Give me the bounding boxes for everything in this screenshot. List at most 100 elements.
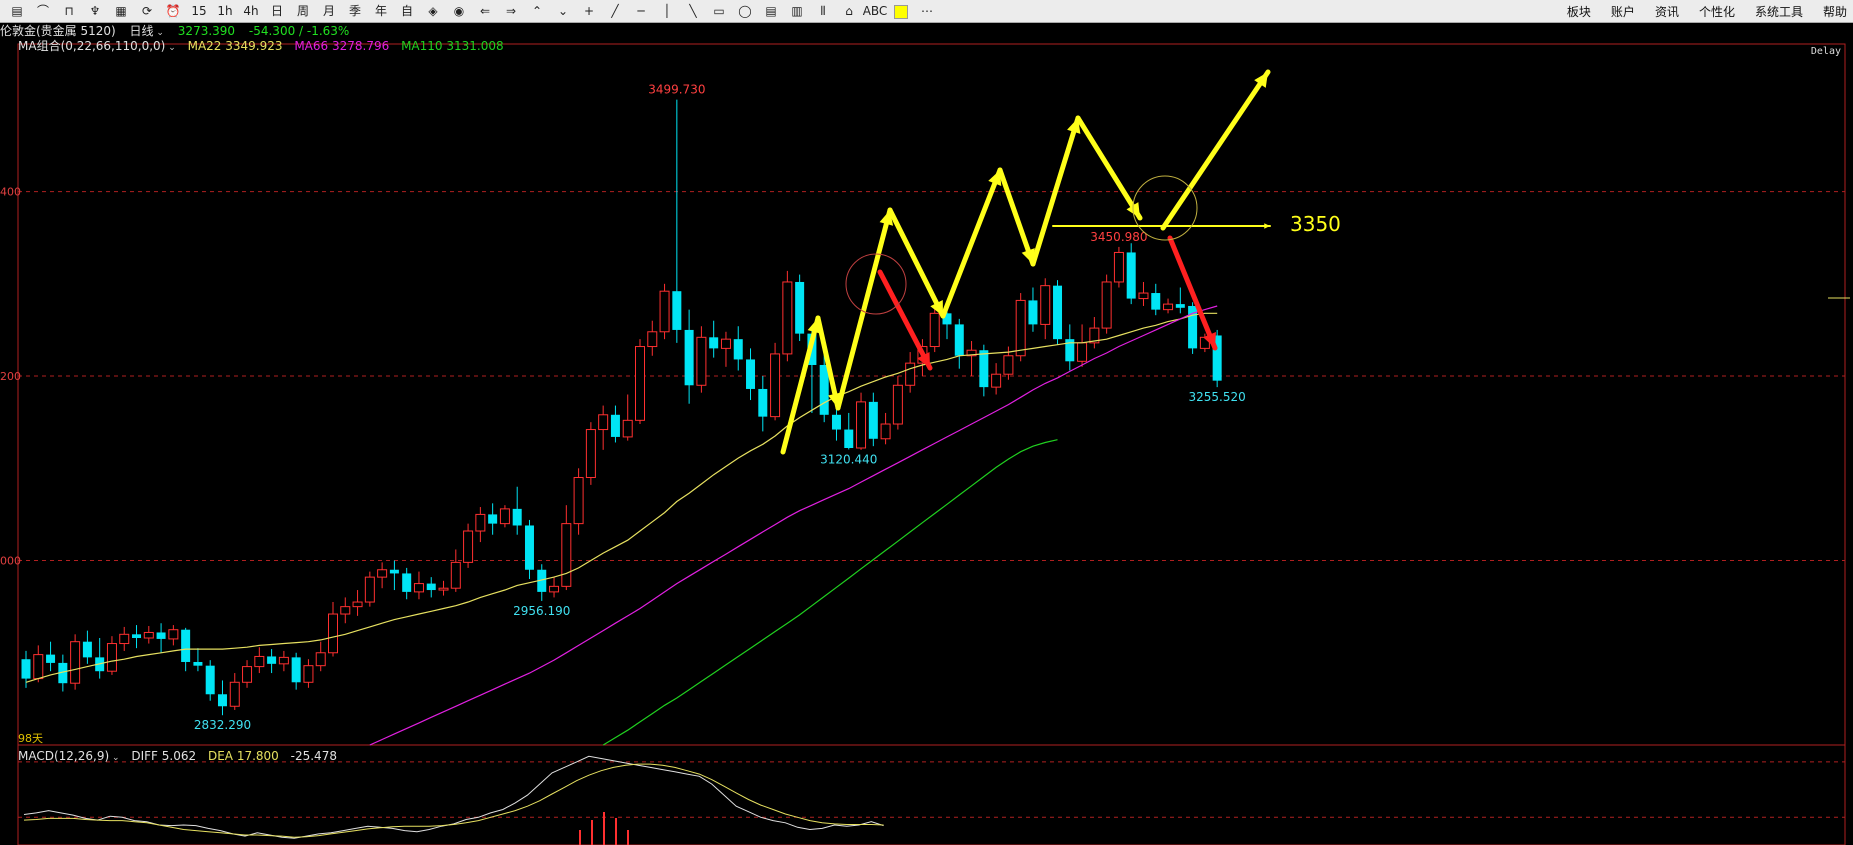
candle-body[interactable] [413,583,424,593]
candle-body[interactable] [672,291,682,330]
candle-body[interactable] [181,629,191,662]
chevron-down-icon: ⌄ [153,28,164,38]
diff-line [23,755,884,839]
candle-body[interactable] [291,657,301,683]
candle-body[interactable] [1053,285,1063,340]
y-tick-label: 000 [0,555,21,568]
candle-body[interactable] [499,508,510,525]
main-panel-frame [17,43,1846,746]
candle-body[interactable] [1113,251,1124,283]
symbol-name[interactable]: 伦敦金(贵金属 5120) [0,24,116,38]
candle-body[interactable] [929,312,940,348]
candle-body[interactable] [340,606,351,615]
candle-body[interactable] [585,429,596,479]
period-select[interactable]: 日线 ⌄ [130,24,164,38]
candle-body[interactable] [1015,299,1026,357]
candle-body[interactable] [610,414,620,437]
candle-body[interactable] [647,331,658,348]
candle-body[interactable] [1175,304,1185,308]
candle-body[interactable] [33,654,44,680]
candle-body[interactable] [709,337,719,349]
candle-body[interactable] [1126,252,1136,299]
last-price: 3273.390 [177,24,236,38]
candle-body[interactable] [267,656,277,664]
candle-body[interactable] [242,666,253,683]
candle-body[interactable] [746,359,756,389]
candle-body[interactable] [217,694,227,707]
candle-body[interactable] [524,525,534,570]
candle-body[interactable] [770,353,781,418]
candle-body[interactable] [1028,300,1038,325]
candle-body[interactable] [143,631,154,639]
candle-body[interactable] [782,281,793,355]
candle-body[interactable] [561,523,572,587]
ma-group-label[interactable]: MA组合(0,22,66,110,0,0) ⌄ [18,39,176,53]
candle-body[interactable] [21,659,31,679]
candle-body[interactable] [315,652,326,667]
chart-canvas[interactable]: 000 200 400 3499.730 2832.290 2956.190 3120.44… [0,0,1853,845]
candle-body[interactable] [205,665,215,695]
candle-body[interactable] [1138,292,1149,300]
candle-body[interactable] [622,419,633,438]
candle-body[interactable] [402,573,412,592]
candle-body[interactable] [82,641,92,658]
candle-body[interactable] [795,281,805,334]
candle-body[interactable] [450,561,461,589]
diff-value: DIFF 5.062 [131,749,197,763]
candle-body[interactable] [659,290,670,333]
chevron-down-icon: ⌄ [109,753,120,763]
candle-body[interactable] [880,423,891,440]
candle-body[interactable] [892,384,903,425]
candle-body[interactable] [377,569,388,578]
candle-body[interactable] [426,583,436,591]
candle-body[interactable] [720,338,731,349]
candle-body[interactable] [46,654,56,663]
candle-body[interactable] [733,339,743,360]
candle-body[interactable] [573,477,584,525]
candle-body[interactable] [1151,293,1161,310]
candle-body[interactable] [254,655,265,668]
candle-body[interactable] [193,661,203,666]
candle-body[interactable] [1040,285,1051,325]
candle-body[interactable] [475,513,486,532]
yellow-trend-arrow [1030,115,1081,267]
candle-body[interactable] [438,587,449,591]
candle-body[interactable] [278,656,289,665]
candle-body[interactable] [1077,342,1088,362]
candle-body[interactable] [328,613,338,654]
candle-body[interactable] [954,324,964,356]
candle-body[interactable] [512,508,522,526]
candle-body[interactable] [1163,303,1174,311]
candle-body[interactable] [868,401,878,439]
candle-body[interactable] [598,414,609,431]
candle-body[interactable] [119,633,130,645]
candle-body[interactable] [905,362,916,386]
candle-body[interactable] [168,629,179,640]
candle-body[interactable] [106,643,117,672]
candle-body[interactable] [70,641,81,684]
candle-body[interactable] [684,329,694,386]
candle-body[interactable] [229,681,240,707]
candle-body[interactable] [1003,355,1014,375]
candle-body[interactable] [352,601,363,608]
ma66-line [369,305,1218,746]
macd-label[interactable]: MACD(12,26,9) ⌄ [18,749,120,763]
candle-body[interactable] [389,569,399,574]
candle-body[interactable] [758,388,768,417]
candle-body[interactable] [635,346,645,421]
candle-body[interactable] [132,634,142,639]
candle-body[interactable] [819,364,829,415]
candle-body[interactable] [991,373,1002,388]
candle-body[interactable] [364,576,375,603]
candle-body[interactable] [488,514,498,524]
candle-body[interactable] [463,530,474,563]
candle-body[interactable] [696,336,707,386]
candle-body[interactable] [844,429,854,448]
candle-body[interactable] [156,632,166,639]
candle-body[interactable] [856,401,867,449]
candle-body[interactable] [549,585,560,593]
candle-body[interactable] [979,350,989,388]
candle-body[interactable] [1101,281,1112,329]
candle-body[interactable] [303,665,314,683]
candle-body[interactable] [831,414,841,430]
